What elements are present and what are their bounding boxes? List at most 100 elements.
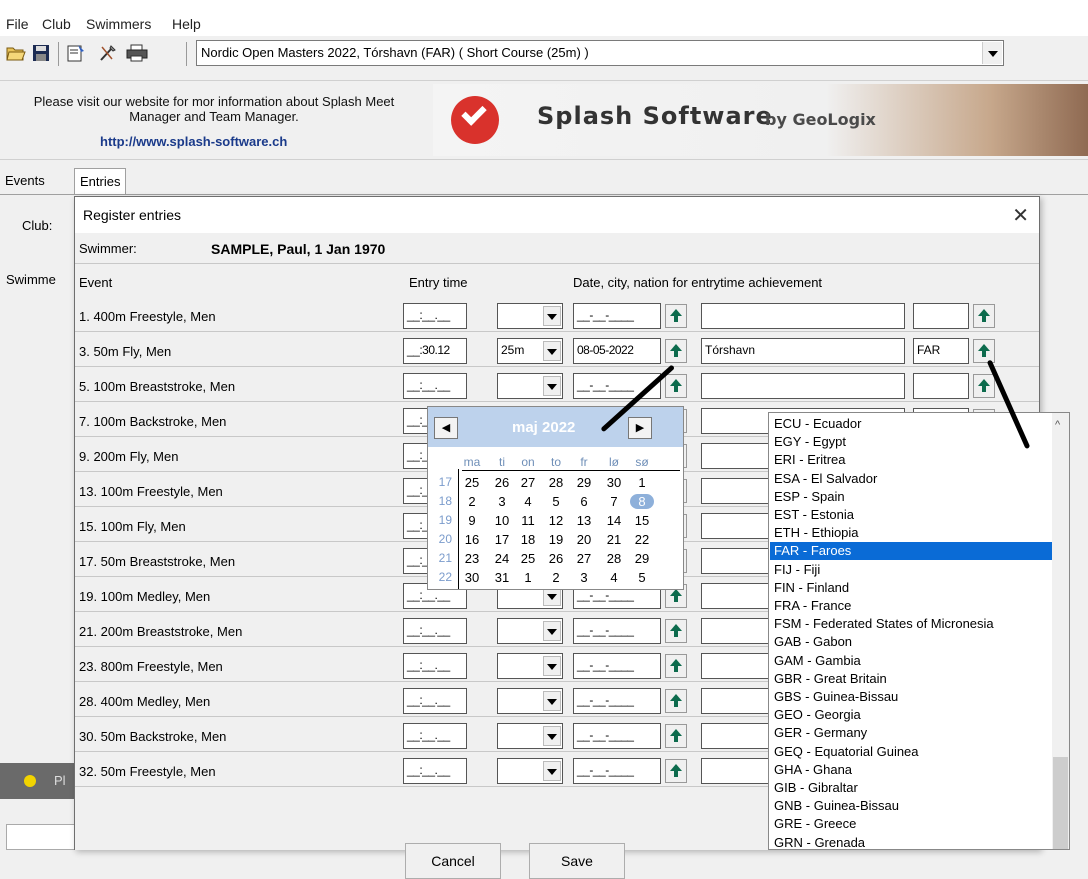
meet-select[interactable]: Nordic Open Masters 2022, Tórshavn (FAR)…: [196, 40, 1004, 66]
achievement-nation-input[interactable]: FAR: [913, 338, 969, 364]
nation-option[interactable]: GRN - Grenada: [770, 834, 1052, 849]
nation-option[interactable]: ERI - Eritrea: [770, 451, 1052, 469]
nation-option[interactable]: GER - Germany: [770, 724, 1052, 742]
calendar-day[interactable]: 31: [490, 570, 514, 585]
calendar-day[interactable]: 25: [460, 475, 484, 490]
save-button[interactable]: Save: [529, 843, 625, 879]
printer-icon[interactable]: [126, 44, 148, 62]
nation-option[interactable]: GAB - Gabon: [770, 633, 1052, 651]
entry-time-input[interactable]: __:30.12: [403, 338, 467, 364]
calendar-day[interactable]: 5: [544, 494, 568, 509]
course-select[interactable]: [497, 688, 563, 714]
nation-option[interactable]: GRE - Greece: [770, 815, 1052, 833]
nation-option[interactable]: FSM - Federated States of Micronesia: [770, 615, 1052, 633]
calendar-day[interactable]: 1: [630, 475, 654, 490]
nation-picker-up-icon[interactable]: [973, 304, 995, 328]
nation-picker-up-icon[interactable]: [973, 374, 995, 398]
calendar-day[interactable]: 14: [602, 513, 626, 528]
date-picker-up-icon[interactable]: [665, 339, 687, 363]
chevron-down-icon[interactable]: [543, 761, 561, 781]
calendar-day[interactable]: 24: [490, 551, 514, 566]
date-picker-up-icon[interactable]: [665, 304, 687, 328]
calendar-day[interactable]: 4: [516, 494, 540, 509]
achievement-nation-input[interactable]: [913, 373, 969, 399]
chevron-down-icon[interactable]: [543, 341, 561, 361]
chevron-down-icon[interactable]: [543, 621, 561, 641]
calendar-day[interactable]: 18: [516, 532, 540, 547]
nation-option[interactable]: FRA - France: [770, 597, 1052, 615]
date-picker-up-icon[interactable]: [665, 619, 687, 643]
calendar-day[interactable]: 19: [544, 532, 568, 547]
calendar-day[interactable]: 29: [572, 475, 596, 490]
calendar-day[interactable]: 28: [602, 551, 626, 566]
nation-option[interactable]: GBS - Guinea-Bissau: [770, 688, 1052, 706]
achievement-nation-input[interactable]: [913, 303, 969, 329]
course-select[interactable]: [497, 373, 563, 399]
entry-time-input[interactable]: __:__.__: [403, 373, 467, 399]
course-select[interactable]: [497, 303, 563, 329]
calendar-day[interactable]: 15: [630, 513, 654, 528]
save-disk-icon[interactable]: [32, 44, 52, 62]
entry-time-input[interactable]: __:__.__: [403, 758, 467, 784]
calendar-day[interactable]: 30: [460, 570, 484, 585]
close-icon[interactable]: ✕: [1012, 203, 1029, 227]
achievement-city-input[interactable]: [701, 373, 905, 399]
date-picker-up-icon[interactable]: [665, 759, 687, 783]
tools-icon[interactable]: [98, 44, 118, 62]
nation-option[interactable]: GEQ - Equatorial Guinea: [770, 743, 1052, 761]
calendar-day[interactable]: 7: [602, 494, 626, 509]
nation-option[interactable]: GNB - Guinea-Bissau: [770, 797, 1052, 815]
chevron-down-icon[interactable]: [543, 656, 561, 676]
calendar-day[interactable]: 22: [630, 532, 654, 547]
calendar-day[interactable]: 2: [460, 494, 484, 509]
calendar-day[interactable]: 30: [602, 475, 626, 490]
calendar-day[interactable]: 2: [544, 570, 568, 585]
course-select[interactable]: [497, 723, 563, 749]
calendar-day[interactable]: 4: [602, 570, 626, 585]
course-select[interactable]: 25m: [497, 338, 563, 364]
nation-option[interactable]: ECU - Ecuador: [770, 415, 1052, 433]
tab-events[interactable]: Events: [0, 168, 50, 194]
calendar-day[interactable]: 13: [572, 513, 596, 528]
date-picker-up-icon[interactable]: [665, 689, 687, 713]
calendar-day[interactable]: 27: [572, 551, 596, 566]
properties-icon[interactable]: [66, 44, 86, 62]
achievement-date-input[interactable]: __-__-____: [573, 303, 661, 329]
nation-picker-up-icon[interactable]: [973, 339, 995, 363]
entry-time-input[interactable]: __:__.__: [403, 723, 467, 749]
calendar-day[interactable]: 29: [630, 551, 654, 566]
nation-option[interactable]: GEO - Georgia: [770, 706, 1052, 724]
calendar-day[interactable]: 21: [602, 532, 626, 547]
nation-option[interactable]: GBR - Great Britain: [770, 670, 1052, 688]
nation-option[interactable]: FIN - Finland: [770, 579, 1052, 597]
nation-option[interactable]: ESP - Spain: [770, 488, 1052, 506]
course-select[interactable]: [497, 758, 563, 784]
menu-help[interactable]: Help: [172, 16, 201, 32]
achievement-date-input[interactable]: __-__-____: [573, 618, 661, 644]
chevron-down-icon[interactable]: [543, 306, 561, 326]
achievement-city-input[interactable]: [701, 303, 905, 329]
calendar-day[interactable]: 26: [490, 475, 514, 490]
calendar-day[interactable]: 11: [516, 513, 540, 528]
menu-swimmers[interactable]: Swimmers: [86, 16, 151, 32]
scrollbar-thumb[interactable]: [1053, 757, 1068, 849]
open-folder-icon[interactable]: [6, 44, 26, 62]
scrollbar[interactable]: ^: [1052, 413, 1069, 849]
nation-option[interactable]: ETH - Ethiopia: [770, 524, 1052, 542]
achievement-date-input[interactable]: __-__-____: [573, 688, 661, 714]
calendar-day[interactable]: 26: [544, 551, 568, 566]
bottom-field[interactable]: [6, 824, 80, 850]
achievement-date-input[interactable]: __-__-____: [573, 723, 661, 749]
entry-time-input[interactable]: __:__.__: [403, 688, 467, 714]
calendar-day[interactable]: 1: [516, 570, 540, 585]
chevron-down-icon[interactable]: [543, 376, 561, 396]
website-link[interactable]: http://www.splash-software.ch: [100, 134, 287, 149]
nation-option[interactable]: GIB - Gibraltar: [770, 779, 1052, 797]
calendar-day[interactable]: 3: [490, 494, 514, 509]
tab-entries[interactable]: Entries: [74, 168, 127, 194]
prev-month-icon[interactable]: ◀: [434, 417, 458, 439]
nation-option[interactable]: ESA - El Salvador: [770, 470, 1052, 488]
calendar-day[interactable]: 23: [460, 551, 484, 566]
calendar-day[interactable]: 16: [460, 532, 484, 547]
course-select[interactable]: [497, 618, 563, 644]
